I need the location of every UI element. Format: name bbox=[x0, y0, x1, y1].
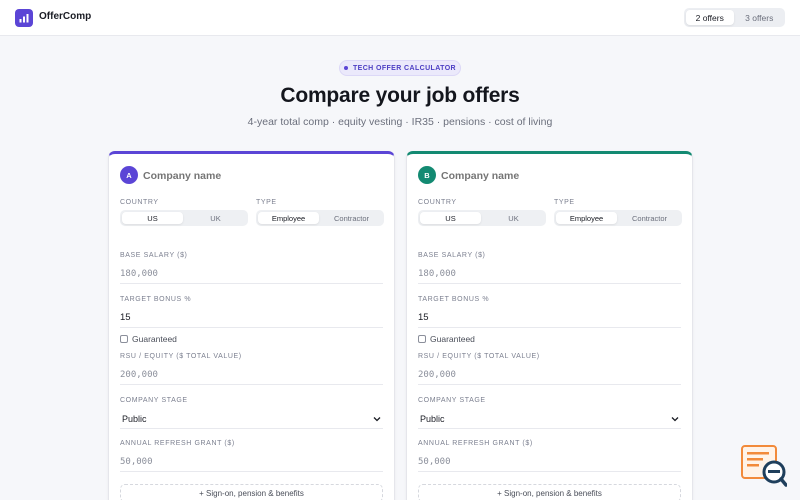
refresh-input[interactable]: 50,000 bbox=[120, 452, 383, 472]
country-toggle: US UK bbox=[120, 210, 248, 226]
type-label: TYPE bbox=[554, 199, 575, 206]
country-us[interactable]: US bbox=[420, 212, 481, 224]
company-stage-label: COMPANY STAGE bbox=[418, 397, 486, 404]
base-salary-input[interactable]: 180,000 bbox=[418, 264, 681, 284]
type-employee[interactable]: Employee bbox=[556, 212, 617, 224]
company-stage-value: Public bbox=[122, 413, 147, 424]
rsu-input[interactable]: 200,000 bbox=[418, 365, 681, 385]
toggle-3-offers[interactable]: 3 offers bbox=[736, 10, 784, 25]
help-widget-icon[interactable] bbox=[741, 445, 788, 487]
type-employee[interactable]: Employee bbox=[258, 212, 319, 224]
refresh-input[interactable]: 50,000 bbox=[418, 452, 681, 472]
country-uk[interactable]: UK bbox=[185, 212, 246, 224]
country-toggle: US UK bbox=[418, 210, 546, 226]
base-salary-label: BASE SALARY ($) bbox=[418, 252, 486, 259]
type-toggle: Employee Contractor bbox=[554, 210, 682, 226]
guaranteed-label: Guaranteed bbox=[430, 334, 475, 344]
base-salary-input[interactable]: 180,000 bbox=[120, 264, 383, 284]
page-title: Compare your job offers bbox=[280, 84, 520, 107]
type-toggle: Employee Contractor bbox=[256, 210, 384, 226]
chevron-down-icon bbox=[671, 416, 679, 421]
checkbox-box[interactable] bbox=[418, 335, 426, 343]
offer-badge: B bbox=[418, 166, 436, 184]
offer-count-toggle: 2 offers 3 offers bbox=[684, 8, 785, 27]
rsu-label: RSU / EQUITY ($ TOTAL VALUE) bbox=[418, 353, 540, 360]
chevron-down-icon bbox=[373, 416, 381, 421]
type-contractor[interactable]: Contractor bbox=[619, 212, 680, 224]
target-bonus-label: TARGET BONUS % bbox=[418, 296, 490, 303]
page-subtitle: 4-year total comp · equity vesting · IR3… bbox=[247, 116, 553, 128]
logo-icon bbox=[15, 9, 33, 27]
rsu-label: RSU / EQUITY ($ TOTAL VALUE) bbox=[120, 353, 242, 360]
target-bonus-input[interactable]: 15 bbox=[418, 308, 681, 328]
rsu-input[interactable]: 200,000 bbox=[120, 365, 383, 385]
country-us[interactable]: US bbox=[122, 212, 183, 224]
company-stage-select[interactable]: Public bbox=[120, 409, 383, 429]
toggle-2-offers[interactable]: 2 offers bbox=[686, 10, 734, 25]
guaranteed-label: Guaranteed bbox=[132, 334, 177, 344]
company-name-input[interactable] bbox=[143, 170, 343, 182]
country-label: COUNTRY bbox=[120, 199, 159, 206]
brand-name: OfferComp bbox=[39, 11, 92, 22]
type-label: TYPE bbox=[256, 199, 277, 206]
hero-pill: TECH OFFER CALCULATOR bbox=[339, 60, 461, 76]
offer-card-a: A COUNTRY US UK TYPE Employee Contractor… bbox=[108, 151, 395, 500]
hero-pill-text: TECH OFFER CALCULATOR bbox=[352, 64, 457, 72]
more-details-button[interactable]: + Sign-on, pension & benefits bbox=[120, 484, 383, 500]
company-stage-value: Public bbox=[420, 413, 445, 424]
offer-badge: A bbox=[120, 166, 138, 184]
target-bonus-input[interactable]: 15 bbox=[120, 308, 383, 328]
top-bar: OfferComp 2 offers 3 offers bbox=[0, 0, 800, 36]
more-details-button[interactable]: + Sign-on, pension & benefits bbox=[418, 484, 681, 500]
base-salary-label: BASE SALARY ($) bbox=[120, 252, 188, 259]
offer-card-b: B COUNTRY US UK TYPE Employee Contractor… bbox=[406, 151, 693, 500]
dot-icon bbox=[343, 66, 348, 70]
checkbox-box[interactable] bbox=[120, 335, 128, 343]
target-bonus-label: TARGET BONUS % bbox=[120, 296, 192, 303]
type-contractor[interactable]: Contractor bbox=[321, 212, 382, 224]
refresh-label: ANNUAL REFRESH GRANT ($) bbox=[120, 440, 235, 447]
country-label: COUNTRY bbox=[418, 199, 457, 206]
country-uk[interactable]: UK bbox=[483, 212, 544, 224]
company-name-input[interactable] bbox=[441, 170, 641, 182]
guaranteed-checkbox[interactable]: Guaranteed bbox=[120, 334, 177, 344]
company-stage-select[interactable]: Public bbox=[418, 409, 681, 429]
guaranteed-checkbox[interactable]: Guaranteed bbox=[418, 334, 475, 344]
company-stage-label: COMPANY STAGE bbox=[120, 397, 188, 404]
refresh-label: ANNUAL REFRESH GRANT ($) bbox=[418, 440, 533, 447]
